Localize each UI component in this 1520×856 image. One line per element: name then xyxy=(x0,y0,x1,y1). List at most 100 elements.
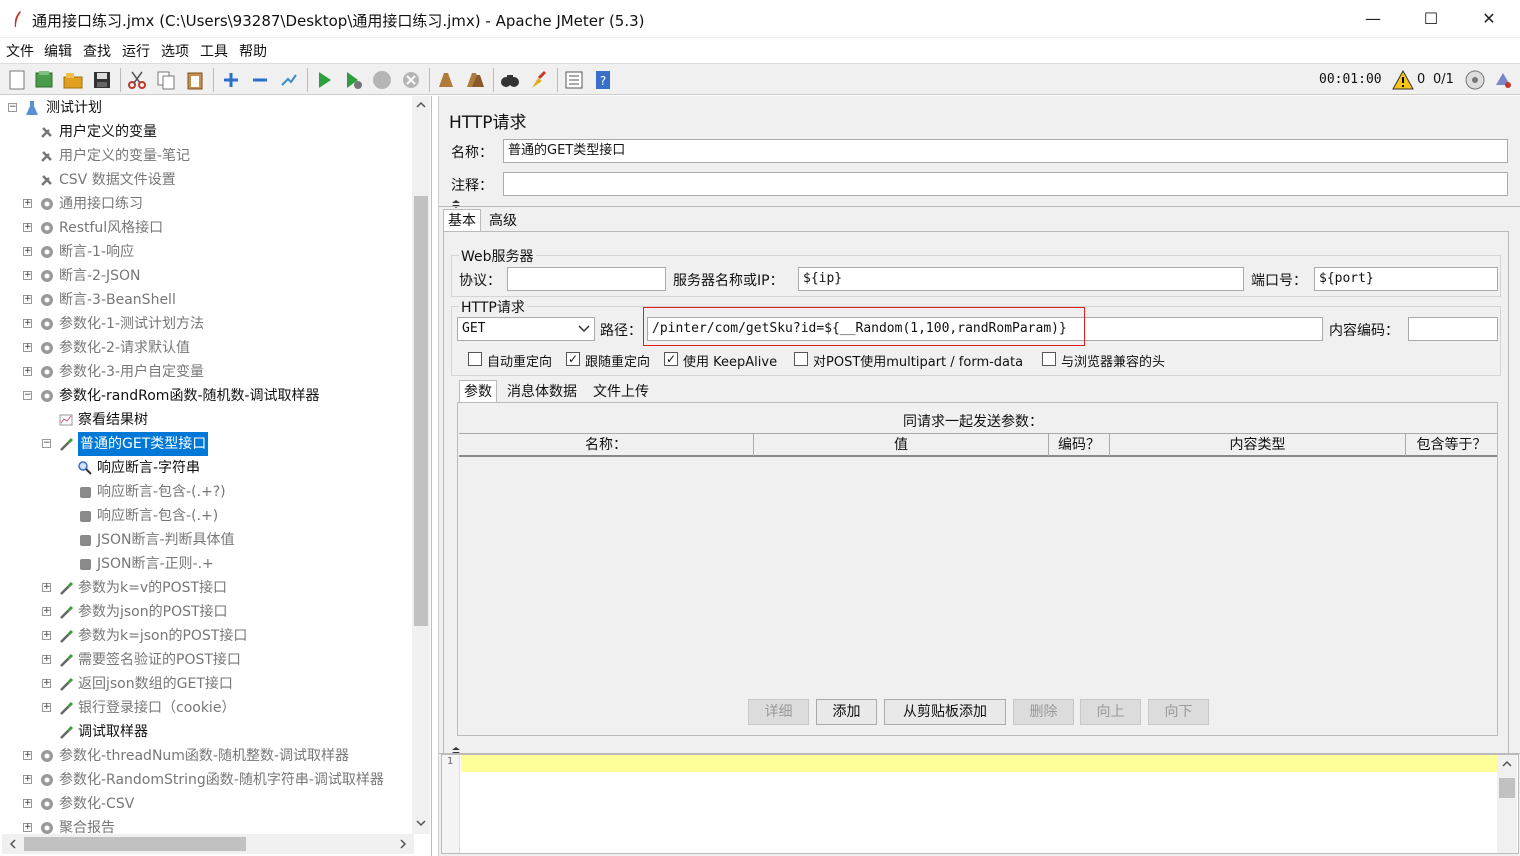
auto-redirect-checkbox[interactable] xyxy=(468,352,482,366)
name-label: 名称： xyxy=(451,145,493,161)
keepalive-checkbox[interactable]: ✓ xyxy=(664,352,678,366)
move-down-button[interactable]: 向下 xyxy=(1148,699,1209,725)
scroll-up-icon[interactable] xyxy=(414,98,428,112)
search-icon[interactable] xyxy=(499,69,521,91)
expand-toggle[interactable]: + xyxy=(42,655,51,664)
menu-edit[interactable]: 编辑 xyxy=(44,41,72,61)
paste-icon[interactable] xyxy=(184,69,206,91)
tree-item-label: 参数化-3-用户自定变量 xyxy=(59,364,205,380)
menu-run[interactable]: 运行 xyxy=(122,41,150,61)
column-include-equals[interactable]: 包含等于？ xyxy=(1406,434,1497,456)
gear-icon xyxy=(41,270,53,282)
column-encode[interactable]: 编码？ xyxy=(1049,434,1110,456)
detail-button[interactable]: 详细 xyxy=(748,699,809,725)
open-icon[interactable] xyxy=(62,69,84,91)
keepalive-label: 使用 KeepAlive xyxy=(683,355,778,370)
expand-toggle[interactable]: − xyxy=(23,391,32,400)
expand-toggle[interactable]: + xyxy=(23,823,32,832)
templates-icon[interactable] xyxy=(33,69,55,91)
help-icon[interactable]: ? xyxy=(592,69,614,91)
move-up-button[interactable]: 向上 xyxy=(1080,699,1141,725)
auto-redirect-label: 自动重定向 xyxy=(487,355,553,370)
expand-toggle[interactable]: + xyxy=(23,295,32,304)
expand-all-icon[interactable] xyxy=(220,69,242,91)
start-no-pauses-icon[interactable] xyxy=(342,69,364,91)
expand-toggle[interactable]: + xyxy=(42,679,51,688)
name-field[interactable]: 普通的GET类型接口 xyxy=(503,139,1508,163)
encoding-field[interactable] xyxy=(1408,317,1498,341)
method-select[interactable]: GET xyxy=(457,317,595,341)
assertion-icon xyxy=(80,535,91,546)
comment-field[interactable] xyxy=(503,172,1508,196)
shutdown-icon[interactable] xyxy=(400,69,422,91)
expand-toggle[interactable]: + xyxy=(42,703,51,712)
menu-tools[interactable]: 工具 xyxy=(200,41,228,61)
log-current-line[interactable] xyxy=(461,755,1497,772)
cut-icon[interactable] xyxy=(126,69,148,91)
add-button[interactable]: 添加 xyxy=(816,699,877,725)
scroll-right-icon[interactable] xyxy=(396,837,410,851)
maximize-button[interactable]: ☐ xyxy=(1408,4,1454,34)
expand-toggle[interactable]: + xyxy=(23,319,32,328)
close-button[interactable]: ✕ xyxy=(1466,4,1512,34)
expand-toggle[interactable]: + xyxy=(23,247,32,256)
column-name[interactable]: 名称： xyxy=(459,434,754,456)
new-file-icon[interactable] xyxy=(6,69,28,91)
protocol-field[interactable] xyxy=(507,267,666,291)
function-helper-icon[interactable] xyxy=(563,69,585,91)
log-scroll-up-icon[interactable] xyxy=(1500,758,1514,770)
copy-icon[interactable] xyxy=(155,69,177,91)
start-icon[interactable] xyxy=(313,69,335,91)
expand-toggle[interactable]: + xyxy=(23,223,32,232)
expand-toggle[interactable]: + xyxy=(23,367,32,376)
scroll-left-icon[interactable] xyxy=(6,837,20,851)
params-table-body[interactable] xyxy=(459,458,1497,694)
delete-button[interactable]: 删除 xyxy=(1013,699,1074,725)
scroll-down-icon[interactable] xyxy=(414,816,428,830)
log-scroll-thumb[interactable] xyxy=(1499,778,1515,798)
tab-advanced[interactable]: 高级 xyxy=(485,210,521,232)
column-content-type[interactable]: 内容类型 xyxy=(1110,434,1406,456)
chevron-down-icon[interactable] xyxy=(578,324,590,334)
tab-parameters[interactable]: 参数 xyxy=(459,380,497,402)
tree-hscroll-thumb[interactable] xyxy=(24,837,246,851)
clear-icon[interactable] xyxy=(435,69,457,91)
expand-toggle[interactable]: + xyxy=(42,583,51,592)
menu-search[interactable]: 查找 xyxy=(83,41,111,61)
server-field[interactable]: ${ip} xyxy=(798,267,1244,291)
collapse-toggle[interactable]: − xyxy=(8,103,17,112)
stop-icon[interactable] xyxy=(371,69,393,91)
menu-file[interactable]: 文件 xyxy=(6,41,34,61)
reset-search-icon[interactable] xyxy=(528,69,550,91)
tab-file-upload[interactable]: 文件上传 xyxy=(589,381,653,403)
menu-help[interactable]: 帮助 xyxy=(239,41,267,61)
port-field[interactable]: ${port} xyxy=(1314,267,1498,291)
menu-options[interactable]: 选项 xyxy=(161,41,189,61)
save-icon[interactable] xyxy=(91,69,113,91)
warning-icon[interactable] xyxy=(1392,70,1414,90)
expand-toggle[interactable]: + xyxy=(42,631,51,640)
collapse-all-icon[interactable] xyxy=(249,69,271,91)
path-label: 路径： xyxy=(600,323,642,339)
expand-toggle[interactable]: + xyxy=(23,199,32,208)
expand-toggle[interactable]: + xyxy=(23,343,32,352)
log-viewer-icon[interactable] xyxy=(1492,69,1514,91)
browser-headers-checkbox[interactable] xyxy=(1042,352,1056,366)
tree-scroll-thumb[interactable] xyxy=(414,196,428,626)
expand-toggle[interactable]: + xyxy=(42,607,51,616)
column-value[interactable]: 值 xyxy=(754,434,1049,456)
follow-redirect-checkbox[interactable]: ✓ xyxy=(566,352,580,366)
clear-all-icon[interactable] xyxy=(464,69,486,91)
expand-toggle[interactable]: + xyxy=(23,751,32,760)
multipart-checkbox[interactable] xyxy=(794,352,808,366)
expand-toggle[interactable]: + xyxy=(23,775,32,784)
tab-body-data[interactable]: 消息体数据 xyxy=(503,381,581,403)
expand-toggle[interactable]: + xyxy=(23,799,32,808)
add-from-clipboard-button[interactable]: 从剪贴板添加 xyxy=(884,699,1006,725)
expand-toggle[interactable]: − xyxy=(42,439,51,448)
minimize-button[interactable]: — xyxy=(1350,4,1396,34)
gear-icon xyxy=(41,318,53,330)
expand-toggle[interactable]: + xyxy=(23,271,32,280)
toggle-icon[interactable] xyxy=(278,69,300,91)
tab-basic[interactable]: 基本 xyxy=(443,209,481,231)
